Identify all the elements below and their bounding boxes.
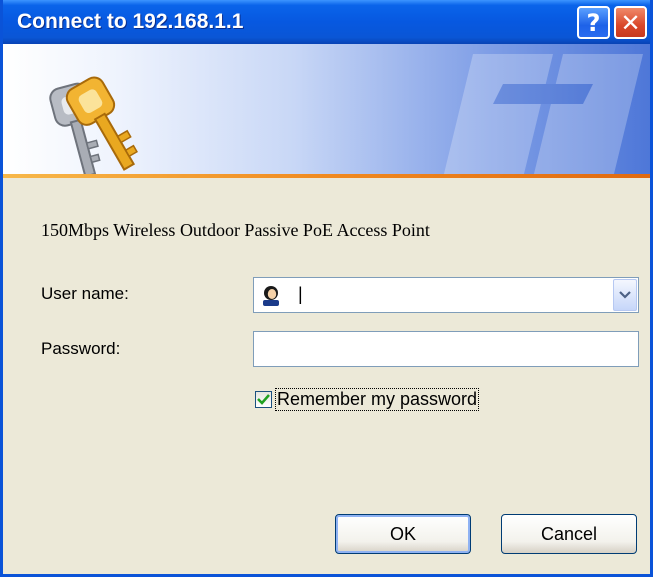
remember-password-checkbox[interactable] bbox=[255, 390, 272, 408]
dialog-body: 150Mbps Wireless Outdoor Passive PoE Acc… bbox=[3, 178, 650, 574]
keys-icon bbox=[49, 76, 138, 178]
chevron-down-icon bbox=[619, 291, 631, 299]
cancel-button[interactable]: Cancel bbox=[501, 514, 637, 554]
check-icon bbox=[257, 393, 270, 405]
close-icon: ✕ bbox=[620, 8, 641, 37]
password-label: Password: bbox=[41, 339, 121, 358]
username-dropdown-button[interactable] bbox=[613, 279, 637, 311]
remember-password-row[interactable]: Remember my password bbox=[255, 387, 480, 411]
username-value[interactable]: | bbox=[298, 284, 303, 305]
password-field[interactable] bbox=[253, 331, 639, 367]
remember-password-label[interactable]: Remember my password bbox=[274, 387, 480, 411]
title-bar[interactable]: Connect to 192.168.1.1 ? ✕ bbox=[3, 0, 650, 44]
help-icon: ? bbox=[586, 8, 601, 37]
ok-button[interactable]: OK bbox=[335, 514, 471, 554]
login-dialog: Connect to 192.168.1.1 ? ✕ 150Mbps Wirel… bbox=[0, 0, 653, 577]
username-combo[interactable]: | bbox=[253, 277, 639, 313]
window-title: Connect to 192.168.1.1 bbox=[17, 10, 244, 33]
username-label: User name: bbox=[41, 284, 129, 303]
user-icon bbox=[263, 286, 279, 306]
watermark-logo bbox=[443, 54, 643, 178]
device-description: 150Mbps Wireless Outdoor Passive PoE Acc… bbox=[41, 220, 430, 240]
banner bbox=[3, 44, 650, 178]
close-button[interactable]: ✕ bbox=[614, 6, 647, 39]
help-button[interactable]: ? bbox=[577, 6, 610, 39]
